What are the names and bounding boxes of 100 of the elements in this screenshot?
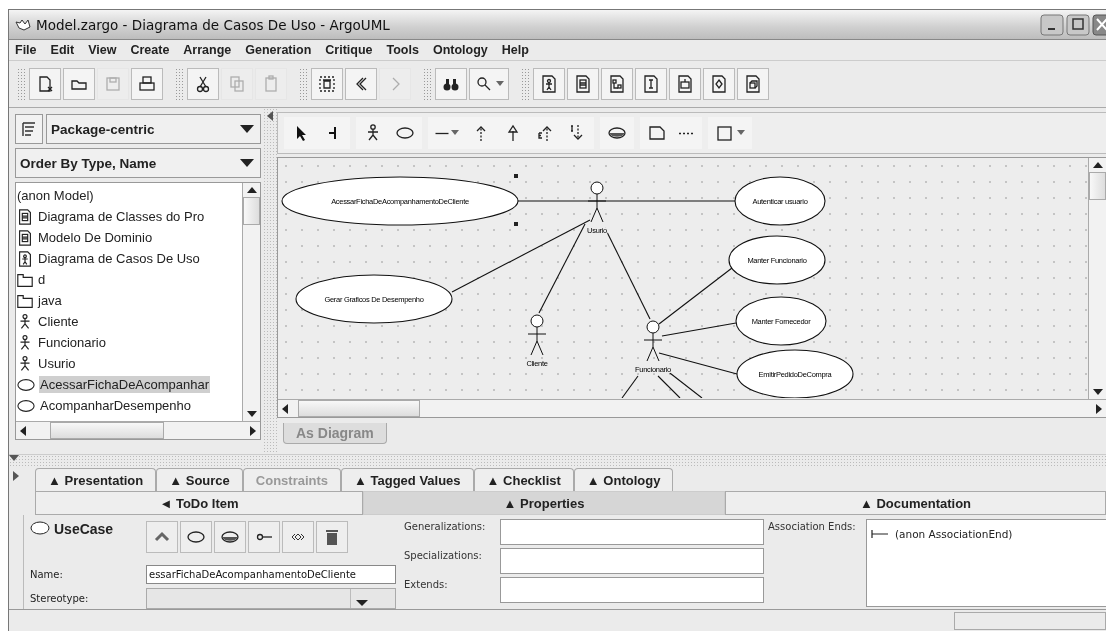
tab[interactable]: ▲ Properties: [363, 491, 725, 515]
tree-item[interactable]: AcompanharDesempenho: [39, 397, 193, 414]
tree-item[interactable]: Cliente: [37, 313, 80, 330]
menu-item[interactable]: Critique: [325, 43, 373, 57]
maximize-icon[interactable]: [1066, 13, 1090, 36]
collapse-arrow-icon[interactable]: [267, 111, 273, 121]
scrollbar[interactable]: [278, 399, 1106, 417]
scrollbar[interactable]: [16, 421, 260, 439]
selection-handle[interactable]: [514, 222, 518, 226]
menu-item[interactable]: Edit: [50, 43, 75, 57]
perspective-dropdown[interactable]: Package-centric: [46, 114, 261, 144]
field-label: Extends:: [404, 578, 449, 592]
toolbar-button[interactable]: [311, 68, 343, 100]
toolbar-button[interactable]: [63, 68, 95, 100]
association-ends-list[interactable]: (anon AssociationEnd): [866, 519, 1106, 607]
scroll-up-icon[interactable]: [1092, 162, 1103, 168]
toolbar-button[interactable]: [435, 68, 467, 100]
tab[interactable]: ▲ Presentation: [35, 468, 157, 491]
dropdown-arrow-icon: [451, 130, 459, 136]
toolbar-button[interactable]: [345, 68, 377, 100]
scroll-thumb[interactable]: [50, 422, 164, 439]
copy-icon: [227, 74, 247, 94]
toolbar-button[interactable]: [533, 68, 565, 100]
toolbar-button[interactable]: [601, 68, 633, 100]
scroll-thumb[interactable]: [243, 197, 260, 225]
field-label: Stereotype:: [30, 593, 90, 604]
actor-figure[interactable]: [587, 181, 607, 223]
tree-item[interactable]: AcessarFichaDeAcompanhar: [39, 376, 211, 393]
window-title: Model.zargo - Diagrama de Casos De Uso - ArgoUML: [36, 16, 391, 33]
scroll-down-icon[interactable]: [1092, 389, 1103, 395]
tree-item[interactable]: Diagrama de Casos De Uso: [37, 250, 201, 267]
toolbar-button[interactable]: [635, 68, 667, 100]
save-icon: [103, 74, 123, 94]
toolbar-button[interactable]: [469, 68, 509, 100]
tree-item[interactable]: d: [37, 271, 47, 288]
toolbar-button[interactable]: [29, 68, 61, 100]
menu-item[interactable]: Arrange: [183, 43, 232, 57]
tree-item[interactable]: Usurio: [37, 355, 77, 372]
rectangle-icon: [715, 123, 735, 143]
menu-item[interactable]: Generation: [245, 43, 312, 57]
toolbar-button[interactable]: [669, 68, 701, 100]
tab[interactable]: ◄ ToDo Item: [35, 491, 363, 515]
toolbar-button[interactable]: [214, 521, 246, 553]
toolbar-button[interactable]: [282, 521, 314, 553]
menu-item[interactable]: Create: [130, 43, 170, 57]
list-field[interactable]: [500, 548, 764, 574]
association-line[interactable]: [658, 267, 733, 325]
scroll-left-icon[interactable]: [282, 403, 288, 414]
activity-diagram-icon: [709, 74, 729, 94]
tree-item[interactable]: Funcionario: [37, 334, 107, 351]
scroll-left-icon[interactable]: [20, 425, 26, 436]
tree-item[interactable]: java: [37, 292, 63, 309]
menu-item[interactable]: Help: [501, 43, 529, 57]
association-line[interactable]: [661, 322, 737, 337]
name-field[interactable]: essarFichaDeAcompanhamentoDeCliente: [146, 565, 396, 584]
tab[interactable]: ▲ Tagged Values: [341, 468, 474, 491]
association-line[interactable]: [621, 375, 639, 398]
class-diagram-icon: [573, 74, 593, 94]
association-line[interactable]: [657, 375, 681, 398]
list-field[interactable]: [500, 577, 764, 603]
scroll-right-icon[interactable]: [250, 425, 256, 436]
tab[interactable]: ▲ Checklist: [473, 468, 574, 491]
toolbar-button[interactable]: [180, 521, 212, 553]
list-item[interactable]: (anon AssociationEnd): [895, 528, 1013, 540]
toolbar-button[interactable]: [187, 68, 219, 100]
tree-item[interactable]: Modelo De Dominio: [37, 229, 154, 246]
scroll-up-icon[interactable]: [246, 187, 257, 193]
menu-item[interactable]: View: [88, 43, 117, 57]
toolbar-button[interactable]: [703, 68, 735, 100]
caret-icon: [240, 125, 254, 133]
scrollbar[interactable]: [242, 183, 260, 421]
line-icon: [435, 131, 449, 135]
tab[interactable]: ▲ Documentation: [725, 491, 1106, 515]
order-dropdown[interactable]: Order By Type, Name: [15, 148, 261, 178]
menu-item[interactable]: Tools: [386, 43, 419, 57]
toolbar-button[interactable]: [737, 68, 769, 100]
scroll-thumb[interactable]: [298, 400, 420, 417]
minimize-icon[interactable]: [1040, 13, 1064, 36]
tree-item[interactable]: Diagrama de Classes do Pro: [37, 208, 206, 225]
actor-figure[interactable]: [527, 314, 547, 356]
toolbar-button[interactable]: [567, 68, 599, 100]
perspective-icon[interactable]: [15, 114, 43, 144]
selection-handle[interactable]: [514, 174, 518, 178]
scrollbar[interactable]: [1088, 158, 1106, 399]
actor-figure[interactable]: [643, 320, 663, 362]
tab[interactable]: ▲ Source: [156, 468, 243, 491]
field-label: Association Ends:: [768, 520, 857, 534]
tree-item[interactable]: (anon Model): [16, 187, 95, 204]
scroll-thumb[interactable]: [1089, 172, 1106, 200]
toolbar-button[interactable]: [131, 68, 163, 100]
ellipse-icon: [30, 521, 50, 535]
scroll-down-icon[interactable]: [246, 411, 257, 417]
scroll-right-icon[interactable]: [1096, 403, 1102, 414]
close-icon[interactable]: [1092, 13, 1106, 36]
tab[interactable]: ▲ Ontology: [573, 468, 674, 491]
list-field[interactable]: [500, 519, 764, 545]
menu-item[interactable]: Ontology: [432, 43, 488, 57]
menu-item[interactable]: File: [15, 43, 37, 57]
toolbar-button[interactable]: [316, 521, 348, 553]
association-line[interactable]: [538, 223, 586, 314]
